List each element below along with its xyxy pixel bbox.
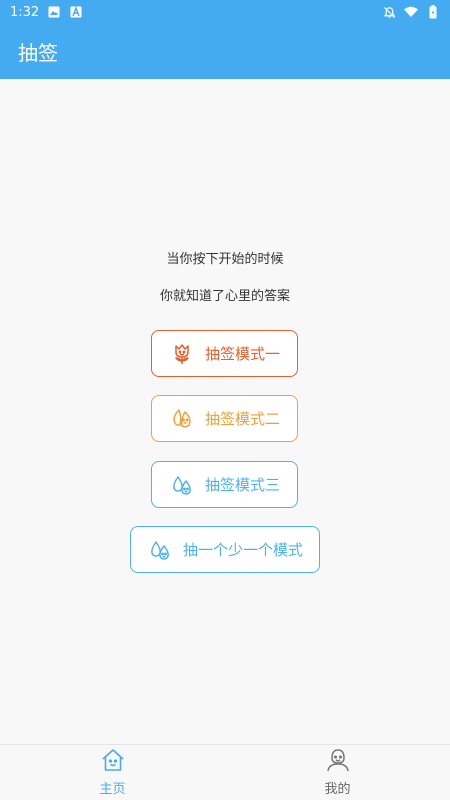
bell-off-icon	[382, 5, 396, 19]
person-icon	[325, 748, 351, 776]
a-icon	[69, 5, 83, 19]
draw-mode-3-label: 抽签模式三	[204, 476, 280, 494]
draw-mode-2-button[interactable]: 抽签模式二	[151, 395, 298, 442]
bottom-tab-bar: 主页 我的	[0, 744, 450, 800]
flower-icon	[169, 341, 195, 367]
draw-mode-2-label: 抽签模式二	[204, 410, 280, 428]
draw-one-less-mode-label: 抽一个少一个模式	[182, 541, 303, 559]
image-icon	[47, 5, 61, 19]
wifi-icon	[404, 5, 418, 19]
home-icon	[100, 748, 126, 776]
app-bar: 抽签	[0, 24, 450, 79]
leaf-icon	[169, 406, 195, 432]
draw-one-less-mode-button[interactable]: 抽一个少一个模式	[130, 526, 320, 573]
status-time: 1:32	[10, 4, 40, 20]
tab-mine[interactable]: 我的	[225, 745, 450, 800]
battery-icon	[426, 5, 440, 19]
tab-mine-label: 我的	[324, 782, 351, 797]
status-bar: 1:32	[0, 0, 450, 24]
water-drop-icon	[147, 537, 173, 563]
draw-mode-1-label: 抽签模式一	[204, 345, 280, 363]
water-drop-icon	[169, 472, 195, 498]
draw-mode-1-button[interactable]: 抽签模式一	[151, 330, 298, 377]
draw-mode-3-button[interactable]: 抽签模式三	[151, 461, 298, 508]
main-content: 当你按下开始的时候 你就知道了心里的答案 抽签模式一 抽签模式二 抽签模式三 抽…	[0, 79, 450, 744]
tab-home-label: 主页	[99, 782, 126, 797]
page-title: 抽签	[18, 41, 58, 65]
tab-home[interactable]: 主页	[0, 745, 225, 800]
prompt-line-1: 当你按下开始的时候	[166, 252, 284, 267]
prompt-line-2: 你就知道了心里的答案	[159, 289, 290, 304]
